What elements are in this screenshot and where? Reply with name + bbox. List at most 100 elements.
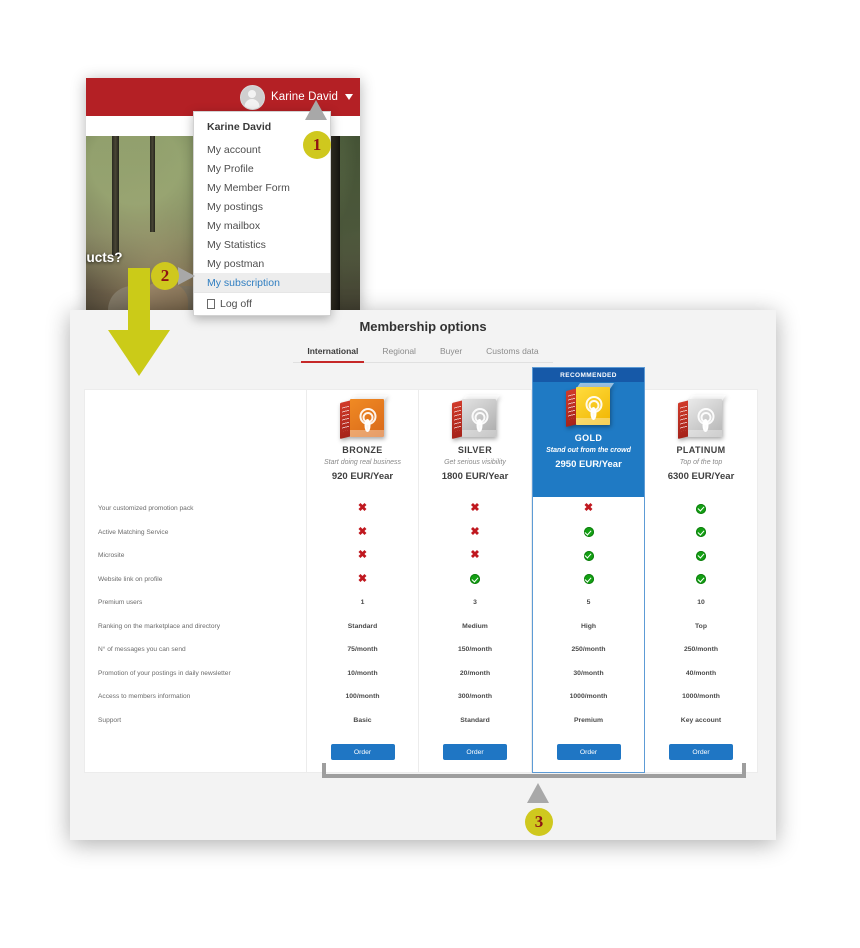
- feature-label: Premium users: [98, 599, 143, 607]
- feature-label: N° of messages you can send: [98, 646, 186, 654]
- check-icon: [696, 527, 706, 538]
- plan-tagline: Get serious visibility: [444, 459, 506, 466]
- page-title: Membership options: [359, 319, 487, 334]
- cross-icon: ✖: [357, 572, 368, 585]
- plan-value-cell: 40/month: [685, 669, 717, 677]
- cross-icon: ✖: [357, 502, 368, 515]
- plan-value-cell: 20/month: [459, 669, 491, 677]
- cross-icon: ✖: [470, 502, 480, 515]
- tab-customs-data[interactable]: Customs data: [484, 346, 540, 363]
- plan-value-cell: [533, 521, 644, 545]
- plan-value-cell: 300/month: [458, 693, 492, 701]
- feature-label: Promotion of your postings in daily news…: [98, 669, 231, 677]
- order-button-silver[interactable]: Order: [443, 744, 507, 760]
- feature-label: Your customized promotion pack: [98, 505, 194, 513]
- tab-regional[interactable]: Regional: [380, 346, 418, 363]
- plan-value-cell: 100/month: [345, 693, 380, 701]
- chevron-down-icon: [345, 94, 353, 100]
- platinum-box-icon: [678, 395, 727, 442]
- tab-buyer[interactable]: Buyer: [438, 346, 464, 363]
- swirl-logo-icon: [471, 408, 489, 432]
- cross-icon: ✖: [357, 549, 368, 562]
- menu-item-my-profile[interactable]: My Profile: [194, 159, 330, 178]
- check-icon: [583, 574, 594, 585]
- membership-options-panel: Membership options International Regiona…: [70, 310, 776, 840]
- swirl-logo-icon: [697, 408, 715, 432]
- plans-bracket-annotation: [322, 763, 746, 778]
- tab-bar: International Regional Buyer Customs dat…: [70, 346, 776, 363]
- plan-name: BRONZE: [342, 445, 383, 455]
- plan-header: RECOMMENDED GOLD Stand out from the crow…: [533, 368, 644, 497]
- plan-column-platinum: PLATINUM Top of the top 6300 EUR/Year 10…: [645, 389, 758, 773]
- menu-item-my-mailbox[interactable]: My mailbox: [194, 216, 330, 235]
- plan-value-cell: ✖: [307, 544, 418, 568]
- user-avatar-icon: [239, 84, 265, 110]
- plan-value-cell: [645, 521, 757, 545]
- plan-column-silver: SILVER Get serious visibility 1800 EUR/Y…: [419, 389, 532, 773]
- plan-value-cell: 250/month: [571, 646, 606, 654]
- order-button-platinum[interactable]: Order: [669, 744, 733, 760]
- swirl-logo-icon: [584, 396, 602, 420]
- menu-item-my-postings[interactable]: My postings: [194, 197, 330, 216]
- check-icon: [696, 550, 706, 561]
- plan-value-cell: [645, 497, 757, 521]
- plan-value-cell: High: [580, 622, 597, 630]
- plan-value-cell: 30/month: [573, 669, 604, 677]
- screenshot-stage: Karine David oducts? Karine David My acc…: [0, 0, 860, 948]
- check-icon: [470, 574, 480, 585]
- plan-tagline: Top of the top: [679, 459, 723, 466]
- plan-value-cell: 10/month: [347, 669, 378, 677]
- plan-value-cell: Premium: [573, 716, 604, 724]
- menu-item-my-member-form[interactable]: My Member Form: [194, 178, 330, 197]
- pricing-table: Your customized promotion pack Active Ma…: [84, 367, 762, 773]
- menu-item-log-off[interactable]: Log off: [194, 292, 330, 315]
- plan-value-cell: 1000/month: [569, 693, 608, 701]
- plan-name: PLATINUM: [676, 445, 726, 455]
- callout-badge-3: 3: [525, 808, 553, 836]
- cross-icon: ✖: [470, 549, 480, 562]
- plan-value-cell: 10: [697, 599, 705, 607]
- log-off-label: Log off: [220, 297, 252, 310]
- plan-value-cell: [645, 568, 757, 592]
- plan-price: 6300 EUR/Year: [667, 471, 735, 482]
- callout-arrow-3: [527, 783, 549, 803]
- order-button-bronze[interactable]: Order: [330, 744, 395, 760]
- plan-value-cell: [419, 568, 531, 592]
- callout-badge-2: 2: [151, 262, 179, 290]
- tree-trunk: [112, 136, 119, 256]
- plan-value-cell: ✖: [419, 544, 531, 568]
- plan-value-cell: Top: [695, 622, 707, 630]
- check-icon: [696, 574, 706, 585]
- box-front-face: [462, 399, 496, 437]
- plan-value-cell: Key account: [680, 716, 722, 724]
- menu-item-my-subscription[interactable]: My subscription: [194, 273, 330, 292]
- check-icon: [696, 503, 706, 514]
- plan-header: SILVER Get serious visibility 1800 EUR/Y…: [419, 390, 531, 497]
- cross-icon: ✖: [470, 525, 480, 538]
- plan-value-cell: Medium: [462, 622, 488, 630]
- feature-label: Ranking on the marketplace and directory: [98, 622, 221, 630]
- cross-icon: ✖: [357, 525, 368, 538]
- plan-column-bronze: BRONZE Start doing real business 920 EUR…: [306, 389, 419, 773]
- plan-value-cell: Standard: [347, 622, 378, 630]
- plan-price: 1800 EUR/Year: [441, 471, 509, 482]
- feature-label: Active Matching Service: [98, 528, 169, 536]
- gold-box-icon: [565, 383, 614, 430]
- plan-value-cell: ✖: [307, 568, 418, 592]
- user-menu-trigger[interactable]: Karine David: [239, 84, 353, 110]
- hero-headline: oducts?: [86, 250, 123, 265]
- plan-name: SILVER: [457, 445, 493, 455]
- check-icon: [583, 527, 594, 538]
- order-button-gold[interactable]: Order: [556, 744, 621, 760]
- menu-item-my-postman[interactable]: My postman: [194, 254, 330, 273]
- silver-box-icon: [452, 395, 501, 442]
- tab-international[interactable]: International: [301, 346, 365, 363]
- plan-value-cell: Standard: [460, 716, 490, 724]
- menu-item-my-statistics[interactable]: My Statistics: [194, 235, 330, 254]
- callout-badge-1: 1: [303, 131, 331, 159]
- plan-value-cell: ✖: [533, 497, 644, 521]
- plan-value-cell: ✖: [419, 521, 531, 545]
- box-front-face: [575, 387, 610, 425]
- plan-value-cell: Basic: [353, 716, 372, 724]
- plan-price: 2950 EUR/Year: [555, 459, 622, 470]
